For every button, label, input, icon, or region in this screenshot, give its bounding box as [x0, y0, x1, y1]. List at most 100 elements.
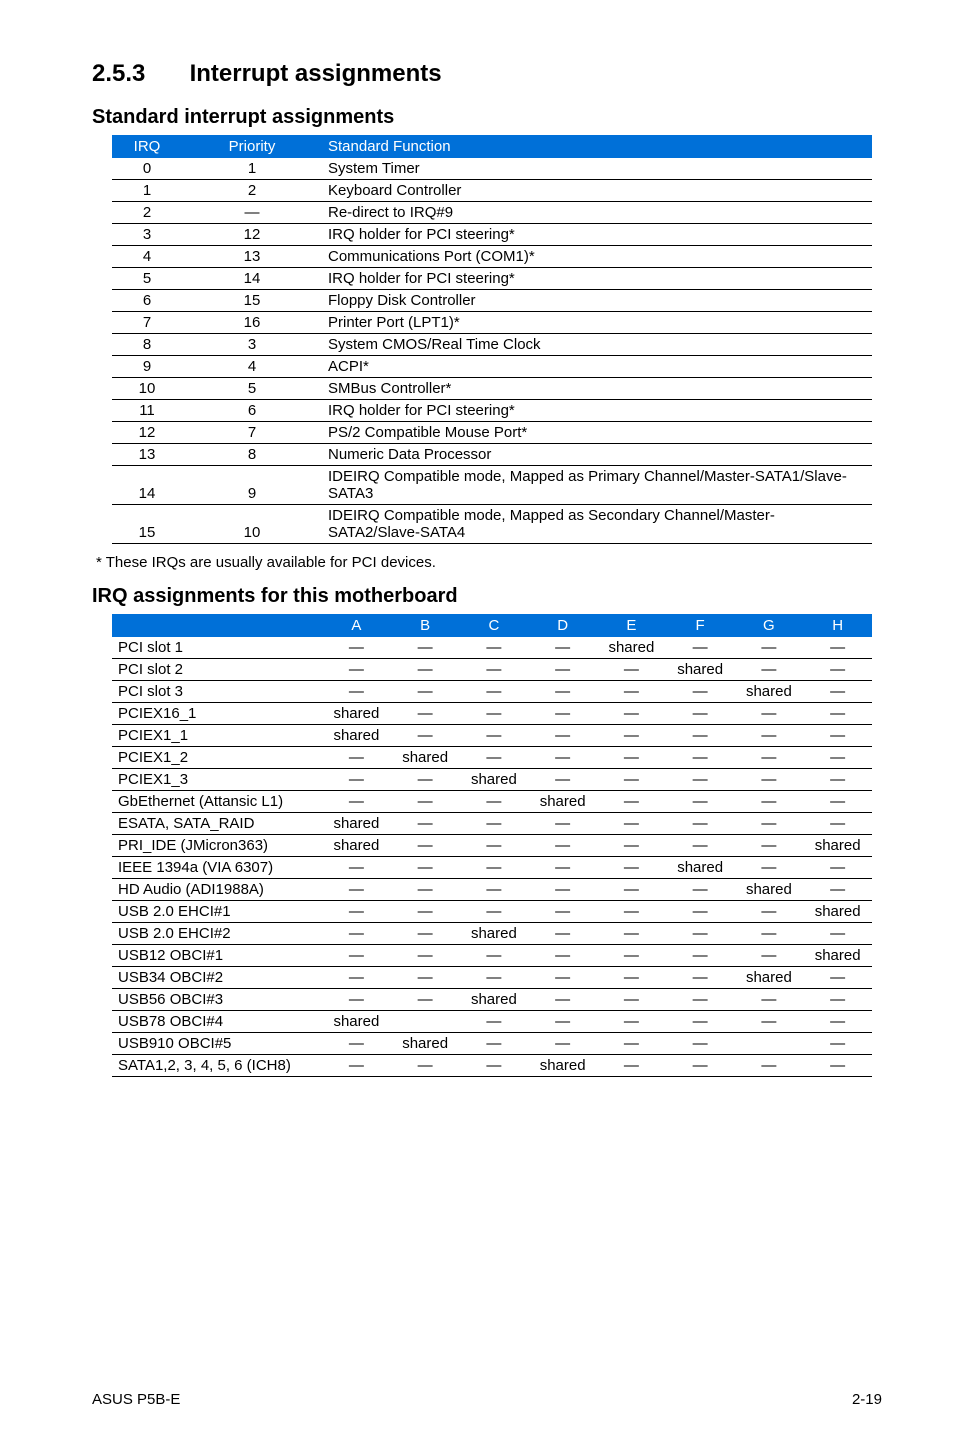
irq-cell: shared	[528, 791, 597, 813]
irq-cell: —	[735, 637, 804, 659]
irq-cell: —	[391, 1055, 460, 1077]
irq-cell: —	[322, 857, 391, 879]
irq-cell: —	[803, 659, 872, 681]
irq-cell: —	[460, 857, 529, 879]
irq-cell: —	[735, 703, 804, 725]
irq-row: SATA1,2, 3, 4, 5, 6 (ICH8)———shared————	[112, 1055, 872, 1077]
irq-row: USB12 OBCI#1———————shared	[112, 945, 872, 967]
irq-cell: shared	[391, 747, 460, 769]
std-cell: PS/2 Compatible Mouse Port*	[322, 422, 872, 444]
irq-cell: shared	[666, 857, 735, 879]
irq-row: USB 2.0 EHCI#1———————shared	[112, 901, 872, 923]
irq-row: PCI slot 1————shared———	[112, 637, 872, 659]
irq-cell: —	[460, 813, 529, 835]
irq-cell: shared	[322, 725, 391, 747]
irq-cell: —	[803, 769, 872, 791]
irq-cell: —	[735, 945, 804, 967]
irq-row-label: PCIEX1_3	[112, 769, 322, 791]
irq-cell: —	[803, 879, 872, 901]
irq-cell: —	[597, 857, 666, 879]
irq-cell: shared	[528, 1055, 597, 1077]
std-row: 138Numeric Data Processor	[112, 444, 872, 466]
irq-row-label: USB 2.0 EHCI#1	[112, 901, 322, 923]
irq-cell: —	[735, 791, 804, 813]
irq-cell: —	[528, 725, 597, 747]
irq-cell: —	[391, 637, 460, 659]
irq-cell: —	[528, 1033, 597, 1055]
irq-row: USB56 OBCI#3——shared—————	[112, 989, 872, 1011]
irq-cell: —	[597, 813, 666, 835]
irq-cell: —	[528, 637, 597, 659]
irq-cell: shared	[322, 813, 391, 835]
irq-cell: —	[597, 901, 666, 923]
std-row: 514IRQ holder for PCI steering*	[112, 268, 872, 290]
irq-cell: —	[460, 879, 529, 901]
irq-cell: —	[735, 725, 804, 747]
std-cell: —	[182, 202, 322, 224]
irq-cell: —	[735, 1011, 804, 1033]
irq-cell: —	[803, 747, 872, 769]
irq-cell: —	[391, 945, 460, 967]
irq-cell: —	[666, 747, 735, 769]
irq-cell: shared	[803, 945, 872, 967]
irq-cell: —	[528, 923, 597, 945]
irq-cell: shared	[735, 879, 804, 901]
irq-row-label: USB34 OBCI#2	[112, 967, 322, 989]
std-cell: IRQ holder for PCI steering*	[322, 268, 872, 290]
std-heading: Standard interrupt assignments	[92, 106, 882, 129]
std-row: 312IRQ holder for PCI steering*	[112, 224, 872, 246]
std-cell: 12	[112, 422, 182, 444]
irq-cell: —	[803, 703, 872, 725]
irq-cell: —	[322, 681, 391, 703]
irq-th: G	[735, 614, 804, 637]
std-row: 1510IDEIRQ Compatible mode, Mapped as Se…	[112, 505, 872, 544]
irq-cell: —	[322, 967, 391, 989]
irq-cell: —	[666, 725, 735, 747]
std-cell: IRQ holder for PCI steering*	[322, 224, 872, 246]
irq-cell: —	[391, 813, 460, 835]
irq-cell: —	[803, 725, 872, 747]
footer-left: ASUS P5B-E	[92, 1391, 180, 1408]
irq-cell: —	[322, 791, 391, 813]
irq-cell: —	[322, 747, 391, 769]
irq-cell: —	[735, 857, 804, 879]
irq-cell: —	[803, 681, 872, 703]
irq-cell: —	[391, 923, 460, 945]
irq-cell: —	[666, 835, 735, 857]
std-cell: 5	[182, 378, 322, 400]
irq-cell: —	[735, 659, 804, 681]
irq-row: USB910 OBCI#5—shared—————	[112, 1033, 872, 1055]
irq-cell: —	[666, 703, 735, 725]
irq-th: H	[803, 614, 872, 637]
section-heading: 2.5.3 Interrupt assignments	[92, 60, 882, 88]
irq-row-label: PCI slot 1	[112, 637, 322, 659]
irq-cell	[391, 1011, 460, 1033]
irq-cell: —	[666, 769, 735, 791]
irq-cell: —	[666, 901, 735, 923]
std-cell: 9	[182, 466, 322, 505]
std-cell: 13	[182, 246, 322, 268]
std-cell: IDEIRQ Compatible mode, Mapped as Second…	[322, 505, 872, 544]
std-row: 12Keyboard Controller	[112, 180, 872, 202]
irq-cell: —	[322, 945, 391, 967]
std-row: 94ACPI*	[112, 356, 872, 378]
irq-cell: —	[528, 945, 597, 967]
irq-cell: —	[666, 1011, 735, 1033]
irq-th: E	[597, 614, 666, 637]
irq-cell: —	[391, 659, 460, 681]
irq-cell: —	[597, 923, 666, 945]
std-cell: 3	[112, 224, 182, 246]
irq-cell: shared	[460, 923, 529, 945]
std-cell: 13	[112, 444, 182, 466]
irq-cell: —	[803, 923, 872, 945]
irq-cell: —	[597, 1055, 666, 1077]
irq-cell: —	[391, 681, 460, 703]
irq-cell: shared	[322, 1011, 391, 1033]
irq-cell: —	[735, 901, 804, 923]
irq-cell: —	[391, 791, 460, 813]
irq-cell: —	[528, 835, 597, 857]
std-cell: 8	[182, 444, 322, 466]
irq-cell: shared	[597, 637, 666, 659]
irq-row: PCIEX1_1shared———————	[112, 725, 872, 747]
irq-cell: shared	[322, 835, 391, 857]
